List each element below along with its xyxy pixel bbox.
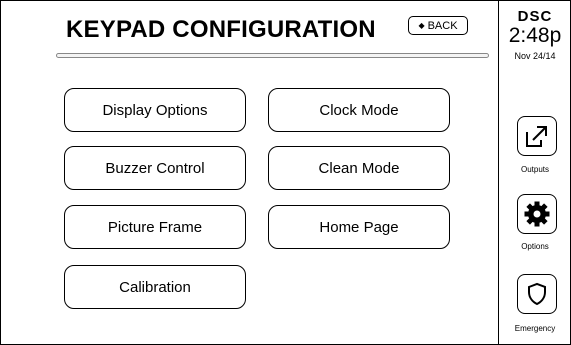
shield-icon: [528, 282, 546, 306]
page-title: KEYPAD CONFIGURATION: [66, 16, 376, 43]
picture-frame-button[interactable]: Picture Frame: [64, 205, 246, 249]
brand-logo: DSC: [517, 8, 553, 25]
emergency-button[interactable]: [517, 274, 557, 314]
external-link-icon: [526, 126, 547, 147]
sidebar-divider: [498, 0, 499, 345]
buzzer-control-button[interactable]: Buzzer Control: [64, 146, 246, 190]
clock-mode-button[interactable]: Clock Mode: [268, 88, 450, 132]
clock-date: Nov 24/14: [514, 51, 556, 61]
options-label: Options: [521, 242, 549, 251]
back-button[interactable]: ◆ BACK: [408, 16, 468, 35]
emergency-label: Emergency: [514, 324, 556, 333]
home-page-button[interactable]: Home Page: [268, 205, 450, 249]
gear-icon: [524, 201, 550, 227]
left-arrow-icon: ◆: [418, 21, 425, 30]
back-label: BACK: [427, 19, 458, 32]
outputs-button[interactable]: [517, 116, 557, 156]
clean-mode-button[interactable]: Clean Mode: [268, 146, 450, 190]
title-underline-bar: [56, 53, 489, 58]
display-options-button[interactable]: Display Options: [64, 88, 246, 132]
clock-time: 2:48p: [508, 24, 562, 47]
outputs-label: Outputs: [520, 165, 549, 174]
options-button[interactable]: [517, 194, 557, 234]
calibration-button[interactable]: Calibration: [64, 265, 246, 309]
